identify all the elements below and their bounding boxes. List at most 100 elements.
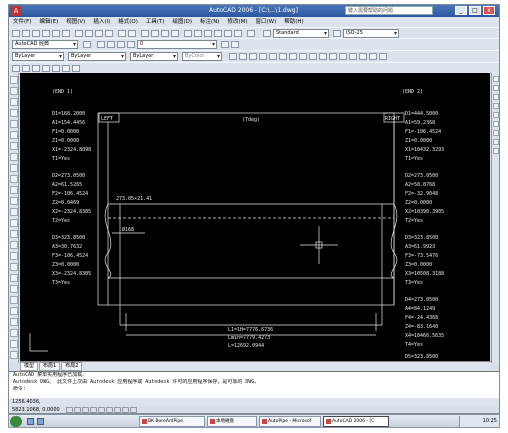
print-icon[interactable] xyxy=(42,30,50,37)
menu-dimension[interactable]: 标注(N) xyxy=(196,17,223,27)
menu-format[interactable]: 格式(O) xyxy=(114,17,142,27)
make-block-icon[interactable] xyxy=(10,208,18,216)
object-snap-icon[interactable] xyxy=(229,53,237,60)
snap-toggle[interactable] xyxy=(65,406,73,413)
mtext-icon[interactable] xyxy=(10,274,18,282)
drawing-canvas[interactable]: (END 1) (END 2) LEFT RIGHT (Tdeg) 273.05… xyxy=(20,73,490,361)
arc-icon[interactable] xyxy=(10,131,18,139)
radius-dim-icon[interactable] xyxy=(52,65,60,72)
tangent-snap-icon[interactable] xyxy=(309,53,317,60)
node-snap-icon[interactable] xyxy=(349,53,357,60)
menu-file[interactable]: 文件(F) xyxy=(9,17,35,27)
menu-edit[interactable]: 编辑(E) xyxy=(35,17,62,27)
workspace-dropdown[interactable]: AutoCAD 经典 xyxy=(12,40,78,49)
angular-dim-icon[interactable] xyxy=(72,65,80,72)
ortho-toggle[interactable] xyxy=(81,406,89,413)
midpoint-snap-icon[interactable] xyxy=(249,53,257,60)
undo-icon[interactable] xyxy=(118,30,126,37)
minimize-button[interactable]: _ xyxy=(455,6,467,15)
zoom-realtime-icon[interactable] xyxy=(151,30,159,37)
markup-icon[interactable] xyxy=(224,30,232,37)
insert-block-icon[interactable] xyxy=(10,197,18,205)
offset-icon[interactable] xyxy=(10,318,18,326)
construction-line-icon[interactable] xyxy=(10,87,18,95)
menu-tools[interactable]: 工具(T) xyxy=(142,17,169,27)
zoom-window-icon[interactable] xyxy=(161,30,169,37)
make-current-icon[interactable] xyxy=(221,41,229,48)
none-snap-icon[interactable] xyxy=(369,53,377,60)
model-toggle[interactable] xyxy=(129,406,137,413)
point-icon[interactable] xyxy=(10,219,18,227)
fillet-icon[interactable] xyxy=(493,139,499,145)
linear-dim-icon[interactable] xyxy=(12,65,20,72)
taskbar-item[interactable]: AutoPipe - Microsof xyxy=(259,416,321,427)
dim-style-dropdown[interactable]: ISO-25 xyxy=(343,29,399,38)
linetype-dropdown[interactable]: ByLayer xyxy=(68,52,126,61)
color-dropdown[interactable]: ByLayer xyxy=(12,52,64,61)
stretch-icon[interactable] xyxy=(493,85,499,91)
scale-icon[interactable] xyxy=(493,76,499,82)
otrack-toggle[interactable] xyxy=(105,406,113,413)
aligned-dim-icon[interactable] xyxy=(22,65,30,72)
layer-manager-icon[interactable] xyxy=(97,41,105,48)
new-icon[interactable] xyxy=(12,30,20,37)
quicklaunch-ie-icon[interactable] xyxy=(27,418,34,425)
apparent-intersection-icon[interactable] xyxy=(269,53,277,60)
close-button[interactable]: x xyxy=(483,6,495,15)
lwt-toggle[interactable] xyxy=(121,406,129,413)
menu-help[interactable]: 帮助(H) xyxy=(280,17,307,27)
table-icon[interactable] xyxy=(10,263,18,271)
save-icon[interactable] xyxy=(32,30,40,37)
quickcalc-icon[interactable] xyxy=(234,30,242,37)
design-center-icon[interactable] xyxy=(194,30,202,37)
taskbar-item-active[interactable]: AutoCAD 2006 - [C xyxy=(323,416,389,427)
center-snap-icon[interactable] xyxy=(289,53,297,60)
taskbar-item[interactable]: 本地磁盘 xyxy=(207,416,257,427)
tab-layout1[interactable]: 布局1 xyxy=(39,362,61,371)
match-properties-icon[interactable] xyxy=(105,30,113,37)
rotate-icon[interactable] xyxy=(10,351,18,359)
region-icon[interactable] xyxy=(10,252,18,260)
workspace-settings-icon[interactable] xyxy=(83,41,91,48)
menu-insert[interactable]: 插入(I) xyxy=(89,17,114,27)
zoom-previous-icon[interactable] xyxy=(171,30,179,37)
menu-modify[interactable]: 修改(M) xyxy=(223,17,251,27)
sheet-set-icon[interactable] xyxy=(214,30,222,37)
extend-icon[interactable] xyxy=(493,103,499,109)
cut-icon[interactable] xyxy=(75,30,83,37)
perpendicular-snap-icon[interactable] xyxy=(319,53,327,60)
spline-icon[interactable] xyxy=(10,164,18,172)
mirror-icon[interactable] xyxy=(10,307,18,315)
quicklaunch-desktop-icon[interactable] xyxy=(37,418,44,425)
parallel-snap-icon[interactable] xyxy=(329,53,337,60)
text-style-icon[interactable] xyxy=(263,30,271,37)
redo-icon[interactable] xyxy=(128,30,136,37)
diameter-dim-icon[interactable] xyxy=(62,65,70,72)
tab-model[interactable]: 模型 xyxy=(20,362,39,371)
publish-icon[interactable] xyxy=(62,30,70,37)
menu-window[interactable]: 窗口(W) xyxy=(252,17,281,27)
hatch-icon[interactable] xyxy=(10,230,18,238)
polyline-icon[interactable] xyxy=(10,98,18,106)
ellipse-arc-icon[interactable] xyxy=(10,186,18,194)
osnap-toggle[interactable] xyxy=(97,406,105,413)
ordinate-dim-icon[interactable] xyxy=(42,65,50,72)
copy-icon[interactable] xyxy=(85,30,93,37)
help-icon[interactable] xyxy=(247,30,255,37)
dyn-toggle[interactable] xyxy=(113,406,121,413)
help-search-input[interactable]: 键入需要帮助的问题 xyxy=(345,6,433,15)
pan-icon[interactable] xyxy=(141,30,149,37)
copy-object-icon[interactable] xyxy=(10,296,18,304)
paste-icon[interactable] xyxy=(95,30,103,37)
arc-length-icon[interactable] xyxy=(32,65,40,72)
move-icon[interactable] xyxy=(10,340,18,348)
layer-previous-icon[interactable] xyxy=(231,41,239,48)
command-window[interactable]: AutoCAD 菜单实用程序已加载。 Autodesk DWG。 此文件上次由 … xyxy=(9,371,499,397)
lineweight-dropdown[interactable]: ByLayer xyxy=(130,52,178,61)
explode-icon[interactable] xyxy=(493,148,499,154)
open-icon[interactable] xyxy=(22,30,30,37)
extension-snap-icon[interactable] xyxy=(279,53,287,60)
ellipse-icon[interactable] xyxy=(10,175,18,183)
maximize-button[interactable]: □ xyxy=(469,6,481,15)
insert-snap-icon[interactable] xyxy=(339,53,347,60)
